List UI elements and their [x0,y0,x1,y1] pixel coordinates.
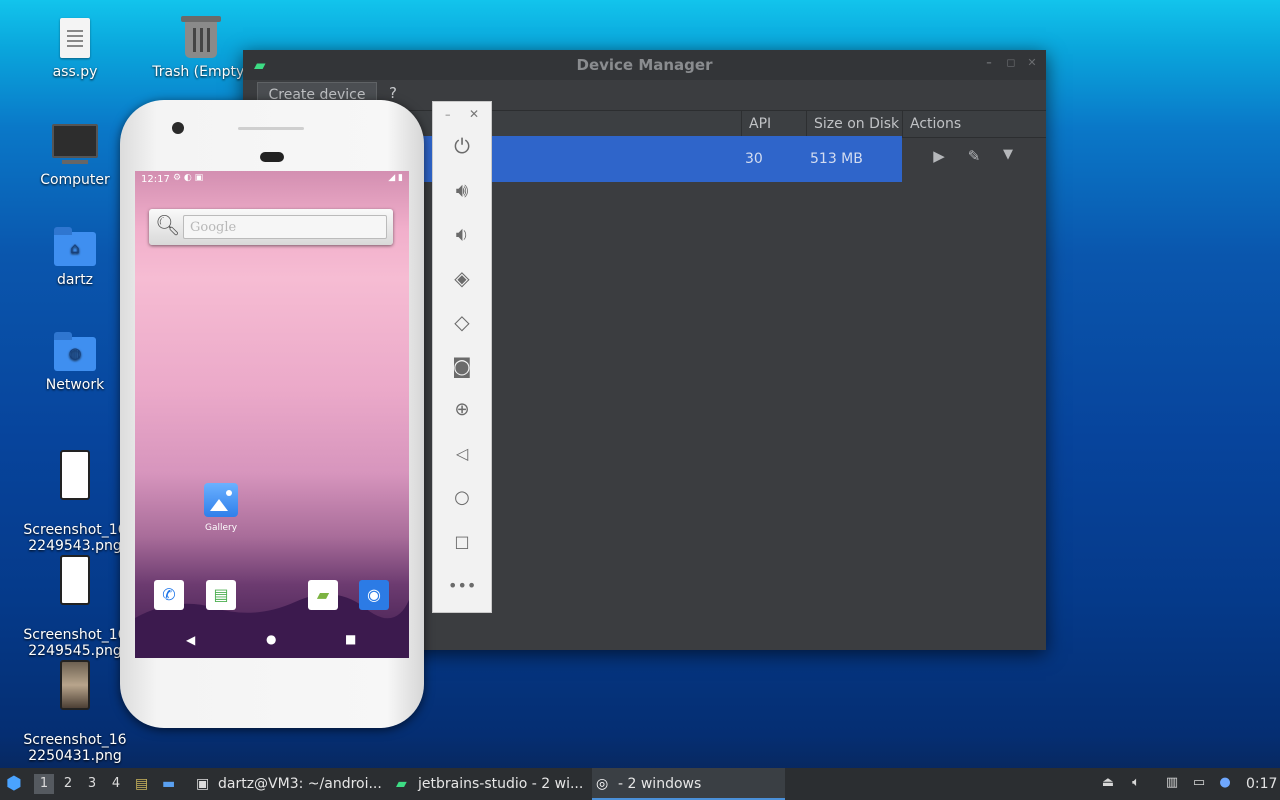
search-icon: 🔍︎ [155,213,181,237]
image-file-icon [60,555,90,605]
overview-icon[interactable]: □ [448,528,476,556]
android-icon: ▰ [254,56,266,74]
terminal-icon: ▣ [196,776,210,792]
android-status-bar: 12:17 ⚙ ◐ ▣ ◢ ▮ [135,171,409,187]
desktop-icon-label: Network [45,377,105,393]
volume-up-icon[interactable]: 🔊︎ [448,176,476,204]
help-button[interactable]: ? [389,84,397,102]
window-title: Device Manager [576,56,713,74]
eject-icon[interactable]: ⏏ [1099,774,1117,792]
earpiece [260,152,284,162]
phone-icon[interactable]: ✆ [154,580,184,610]
android-icon[interactable]: ▰ [308,580,338,610]
python-file-icon [60,18,90,58]
home-icon[interactable]: ● [266,632,276,646]
status-time: 12:17 [141,174,170,185]
more-icon[interactable]: ••• [448,572,476,600]
file-manager-icon[interactable]: ▤ [135,768,148,800]
edit-icon[interactable]: ✎ [964,147,984,165]
signal-battery-icon: ◢ ▮ [388,173,403,183]
desktop-icon-label: Computer [40,172,110,188]
emulator-toolbar: – ✕ ⏻ 🔊︎ 🔉︎ ◈ ◇ ◙ ⊕ ◁ ○ □ ••• [432,101,492,613]
desktop-icon-label: Screenshot_16 2250431.png [23,732,127,764]
clipboard-icon[interactable]: ▥ [1163,774,1181,792]
update-icon[interactable]: ● [1216,774,1234,792]
image-file-icon [60,450,90,500]
desktop-icon-label: ass.py [52,64,98,80]
network-icon[interactable]: ▭ [1190,774,1208,792]
desktop-icon-home[interactable]: ⌂ dartz [20,227,130,288]
rotate-left-icon[interactable]: ◈ [448,264,476,292]
phone-screen[interactable]: 12:17 ⚙ ◐ ▣ ◢ ▮ 🔍︎ Google Gallery ✆ ▤ ▰ … [135,171,409,658]
clock[interactable]: 0:17 [1246,768,1277,800]
desktop-icon-label: dartz [56,272,94,288]
play-icon[interactable]: ▶ [929,147,949,165]
start-menu-icon[interactable]: ⬢ [6,768,22,800]
close-icon[interactable]: ✕ [469,107,479,121]
desktop: { "desktop": { "icons": [ {"label": "ass… [0,0,1280,800]
phone-emulator-frame: 12:17 ⚙ ◐ ▣ ◢ ▮ 🔍︎ Google Gallery ✆ ▤ ▰ … [120,100,424,728]
task-android-studio[interactable]: ▰ jetbrains-studio - 2 wi... [392,768,611,800]
workspace-2[interactable]: 2 [58,774,78,794]
taskbar: ⬢ 1 2 3 4 ▤ ▬ ▣ dartz@VM3: ~/androi... ▰… [0,768,1280,800]
row-api: 30 [745,151,763,167]
google-search-widget[interactable]: 🔍︎ Google [149,209,393,245]
column-api[interactable]: API [741,111,806,137]
desktop-icon-ass-py[interactable]: ass.py [20,18,130,80]
computer-icon [52,124,98,164]
window-titlebar[interactable]: ▰ Device Manager – ◻ ✕ [243,50,1046,80]
volume-down-icon[interactable]: 🔉︎ [448,220,476,248]
home-icon[interactable]: ○ [448,484,476,512]
android-nav-bar: ◀ ● ■ [135,626,409,658]
column-actions: Actions [902,111,1040,137]
desktop-icon[interactable]: ▬ [162,768,175,800]
back-icon[interactable]: ◀ [186,633,195,647]
back-icon[interactable]: ◁ [448,440,476,468]
desktop-icon-label: Trash (Empty) [152,64,250,80]
desktop-icon-computer[interactable]: Computer [20,124,130,188]
search-input[interactable]: Google [183,215,387,239]
task-label: - 2 windows [618,776,702,792]
front-camera [172,122,184,134]
camera-icon[interactable]: ◉ [359,580,389,610]
trash-icon [181,16,221,58]
desktop-icon-trash[interactable]: Trash (Empty) [146,16,256,80]
column-size[interactable]: Size on Disk [806,111,902,137]
desktop-icon-screenshot-3[interactable]: Screenshot_16 2250431.png [20,644,130,780]
network-folder-icon: ◍ [54,332,96,371]
power-icon[interactable]: ⏻ [448,132,476,160]
gallery-label: Gallery [204,523,238,533]
zoom-icon[interactable]: ⊕ [448,396,476,424]
workspace-4[interactable]: 4 [106,774,126,794]
desktop-icon-network[interactable]: ◍ Network [20,332,130,393]
dropdown-icon[interactable]: ▼ [998,147,1018,162]
task-label: dartz@VM3: ~/androi... [218,776,382,792]
notification-icons: ⚙ ◐ ▣ [173,173,204,183]
speaker-grill [238,127,304,130]
gallery-icon[interactable] [204,483,238,517]
volume-icon[interactable]: 🔈︎ [1127,774,1145,792]
overview-icon[interactable]: ■ [345,632,356,646]
workspace-3[interactable]: 3 [82,774,102,794]
home-folder-icon: ⌂ [54,227,96,266]
maximize-icon[interactable]: ◻ [1005,57,1017,69]
task-terminal[interactable]: ▣ dartz@VM3: ~/androi... [192,768,411,800]
close-icon[interactable]: ✕ [1026,57,1038,69]
camera-icon[interactable]: ◙ [448,352,476,380]
store-icon[interactable]: ▤ [206,580,236,610]
android-icon: ▰ [396,776,407,792]
row-size: 513 MB [810,151,863,167]
minimize-icon[interactable]: – [445,108,451,121]
rotate-right-icon[interactable]: ◇ [448,308,476,336]
emulator-icon: ◎ [596,776,609,792]
image-file-icon [60,660,90,710]
task-label: jetbrains-studio - 2 wi... [418,776,584,792]
workspace-1[interactable]: 1 [34,774,54,794]
task-emulator[interactable]: ◎ - 2 windows [592,768,785,800]
minimize-icon[interactable]: – [983,57,995,69]
